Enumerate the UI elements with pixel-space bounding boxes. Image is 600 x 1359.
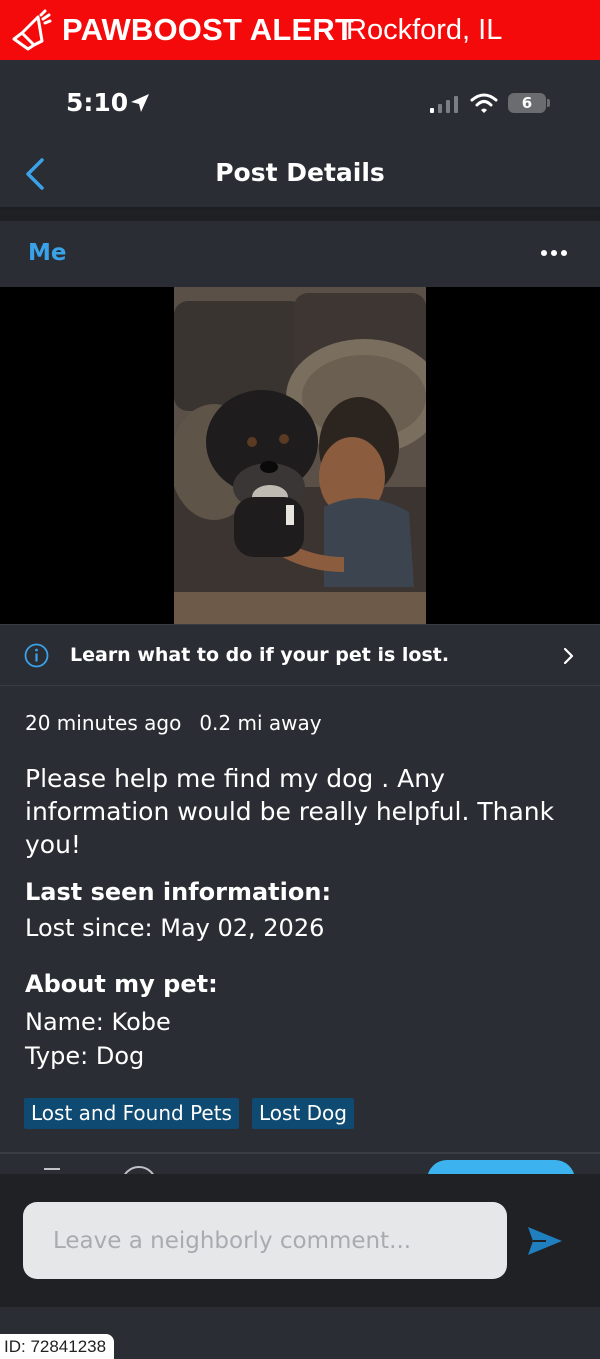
banner-title: PAWBOOST ALERT [62,12,355,47]
battery-level: 6 [521,94,533,112]
pet-photo[interactable] [174,287,426,624]
lost-pet-help-label: Learn what to do if your pet is lost. [70,644,450,666]
back-button[interactable] [18,152,58,196]
post-meta: 20 minutes ago 0.2 mi away [25,711,340,735]
about-pet-heading: About my pet: [25,970,218,998]
action-divider [0,1152,600,1154]
section-gap [0,209,600,221]
post-id-badge: ID: 72841238 [0,1334,114,1359]
post-header [0,221,600,287]
tag-lost-dog[interactable]: Lost Dog [252,1098,354,1129]
wifi-icon [470,93,498,113]
post-time: 20 minutes ago [25,711,182,735]
banner-location: Rockford, IL [346,14,503,46]
battery-tip [547,99,550,107]
signal-icon [430,96,458,113]
post-description: Please help me find my dog . Any informa… [25,764,555,859]
status-time: 5:10 [66,88,129,117]
location-arrow-icon [131,94,149,112]
pet-name: Name: Kobe [25,1008,171,1036]
chevron-right-icon [563,647,574,665]
send-icon[interactable] [526,1224,564,1258]
info-icon [24,643,49,668]
more-options-button[interactable] [536,240,572,266]
post-author[interactable]: Me [28,240,67,266]
page-title: Post Details [215,158,385,187]
lost-since: Lost since: May 02, 2026 [25,914,325,942]
post-distance: 0.2 mi away [199,711,322,735]
megaphone-icon [12,9,52,51]
pet-type: Type: Dog [25,1042,145,1070]
last-seen-heading: Last seen information: [25,878,332,906]
tag-lost-and-found-pets[interactable]: Lost and Found Pets [24,1098,239,1129]
comment-input[interactable] [23,1202,507,1279]
